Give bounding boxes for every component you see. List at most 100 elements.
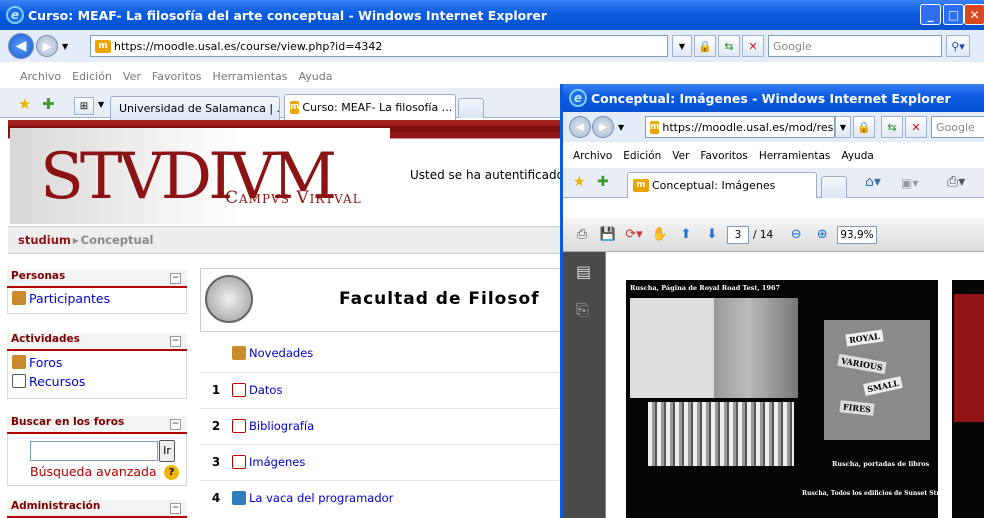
main-title-bar[interactable]: e Curso: MEAF- La filosofía del arte con…	[0, 0, 984, 30]
home-icon[interactable]: ⌂▾	[865, 174, 881, 190]
quick-tabs-icon[interactable]: ⊞	[74, 97, 94, 115]
menu-favoritos[interactable]: Favoritos	[152, 70, 202, 83]
main-menu-bar: Archivo Edición Ver Favoritos Herramient…	[0, 66, 984, 86]
tab-universidad[interactable]: Universidad de Salamanca | ...	[110, 96, 280, 120]
forward-button[interactable]: ▶	[36, 35, 58, 57]
close-icon[interactable]: ✕	[964, 4, 984, 25]
section-number: 1	[211, 382, 221, 397]
menu-edicion[interactable]: Edición	[72, 70, 112, 83]
feeds-icon[interactable]: ▣▾	[901, 176, 918, 190]
breadcrumb-current: Conceptual	[80, 233, 154, 247]
slide-black: Ruscha, Página de Royal Road Test, 1967 …	[626, 280, 946, 518]
pdf-zoom-select[interactable]: 93,9%	[837, 225, 878, 244]
popup-menu-ver[interactable]: Ver	[672, 150, 689, 162]
help-icon[interactable]: ?	[164, 465, 179, 480]
maximize-icon[interactable]: □	[943, 4, 964, 25]
main-address-bar[interactable]: m https://moodle.usal.es/course/view.php…	[90, 35, 668, 57]
next-slide-edge	[952, 280, 984, 518]
forum-search-input[interactable]	[30, 441, 158, 461]
advanced-search-link[interactable]: Búsqueda avanzada	[30, 464, 157, 479]
collapse-icon[interactable]: −	[170, 273, 181, 284]
popup-new-tab-button[interactable]	[821, 176, 847, 198]
university-seal-icon	[205, 275, 253, 323]
popup-menu-archivo[interactable]: Archivo	[573, 150, 612, 162]
participantes-link[interactable]: Participantes	[29, 291, 110, 306]
popup-menu-ayuda[interactable]: Ayuda	[841, 150, 873, 162]
pdf-save-icon[interactable]: 💾	[597, 224, 619, 246]
popup-back-button[interactable]: ◀	[569, 116, 591, 138]
course-summary-box: Facultad de Filosof	[200, 268, 560, 332]
pdf-sidebar: ▤ ⎘	[563, 252, 605, 518]
tab-curso[interactable]: m Curso: MEAF- La filosofía ... ✕	[284, 94, 456, 120]
new-tab-button[interactable]	[458, 98, 484, 118]
popup-tab-imagenes[interactable]: m Conceptual: Imágenes	[627, 172, 817, 198]
breadcrumb-home[interactable]: studium	[18, 233, 71, 247]
popup-refresh-button[interactable]: ⇆	[881, 116, 903, 138]
pdf-hand-icon[interactable]: ✋	[649, 224, 671, 246]
menu-ver[interactable]: Ver	[123, 70, 141, 83]
main-window-title: Curso: MEAF- La filosofía del arte conce…	[28, 7, 548, 23]
pdf-share-icon[interactable]: ⟳▾	[623, 224, 645, 246]
datos-link[interactable]: Datos	[249, 383, 282, 397]
popup-address-dropdown[interactable]: ▼	[835, 116, 851, 138]
attachments-icon[interactable]: ⎘	[576, 300, 589, 320]
popup-forward-button[interactable]: ▶	[592, 116, 614, 138]
block-actividades-title: Actividades	[11, 333, 80, 345]
popup-title-bar[interactable]: e Conceptual: Imágenes - Windows Interne…	[563, 84, 984, 112]
novedades-link[interactable]: Novedades	[249, 346, 313, 360]
vaca-link[interactable]: La vaca del programador	[249, 491, 393, 505]
block-buscar-title: Buscar en los foros	[11, 416, 125, 428]
menu-archivo[interactable]: Archivo	[20, 70, 61, 83]
forum-search-button[interactable]: Ir	[159, 440, 175, 462]
popup-lock-icon[interactable]: 🔒	[853, 116, 875, 138]
block-admin-header: Administración −	[7, 500, 187, 518]
book-text-1: ROYAL	[845, 329, 884, 347]
collapse-icon[interactable]: −	[170, 336, 181, 347]
popup-menu-favoritos[interactable]: Favoritos	[700, 150, 747, 162]
refresh-button[interactable]: ⇆	[718, 35, 740, 57]
tab-list-icon[interactable]: ▼	[98, 100, 104, 109]
history-dropdown-icon[interactable]: ▼	[62, 42, 68, 51]
popup-menu-edicion[interactable]: Edición	[623, 150, 661, 162]
pdf-page-total: / 14	[753, 228, 774, 241]
foros-link[interactable]: Foros	[29, 355, 62, 370]
caption-top: Ruscha, Página de Royal Road Test, 1967	[630, 284, 781, 292]
popup-favorites-star-icon[interactable]: ★	[573, 174, 586, 190]
pdf-print-icon[interactable]: ⎙	[571, 224, 593, 246]
menu-herramientas[interactable]: Herramientas	[213, 70, 288, 83]
zoom-out-icon[interactable]: ⊖	[785, 224, 807, 246]
favorites-star-icon[interactable]: ★	[18, 95, 31, 113]
popup-menu-bar: Archivo Edición Ver Favoritos Herramient…	[563, 146, 984, 166]
search-button[interactable]: ⚲▾	[946, 35, 970, 57]
popup-search-box[interactable]: Google	[931, 116, 984, 138]
section-number: 4	[211, 490, 221, 505]
bibliografia-link[interactable]: Bibliografía	[249, 419, 314, 433]
popup-url: https://moodle.usal.es/mod/resour	[662, 120, 835, 134]
pdf-page-input[interactable]: 3	[727, 225, 749, 244]
collapse-icon[interactable]: −	[170, 503, 181, 514]
popup-address-bar[interactable]: m https://moodle.usal.es/mod/resour	[645, 116, 835, 138]
popup-history-dropdown-icon[interactable]: ▼	[618, 123, 624, 132]
minimize-icon[interactable]: _	[920, 4, 941, 25]
menu-ayuda[interactable]: Ayuda	[298, 70, 332, 83]
popup-add-favorite-icon[interactable]: ✚	[597, 174, 609, 190]
imagenes-link[interactable]: Imágenes	[249, 455, 305, 469]
stop-button[interactable]: ✕	[742, 35, 764, 57]
back-button[interactable]: ◀	[8, 33, 34, 59]
print-icon[interactable]: ⎙▾	[947, 174, 965, 190]
news-forum-icon	[232, 346, 246, 360]
popup-stop-button[interactable]: ✕	[905, 116, 927, 138]
collapse-icon[interactable]: −	[170, 419, 181, 430]
main-search-box[interactable]: Google	[768, 35, 942, 57]
studium-logo[interactable]: STVDIVM Campvs Virtval	[10, 128, 390, 224]
zoom-in-icon[interactable]: ⊕	[811, 224, 833, 246]
pages-panel-icon[interactable]: ▤	[576, 262, 591, 281]
pdf-prev-page-icon[interactable]: ⬆	[675, 224, 697, 246]
popup-menu-herramientas[interactable]: Herramientas	[759, 150, 831, 162]
recursos-link[interactable]: Recursos	[29, 374, 85, 389]
lock-icon[interactable]: 🔒	[694, 35, 716, 57]
address-dropdown-button[interactable]: ▼	[672, 35, 692, 57]
add-favorite-icon[interactable]: ✚	[42, 95, 55, 113]
pdf-next-page-icon[interactable]: ⬇	[701, 224, 723, 246]
breadcrumb-sep: ▸	[72, 233, 79, 247]
